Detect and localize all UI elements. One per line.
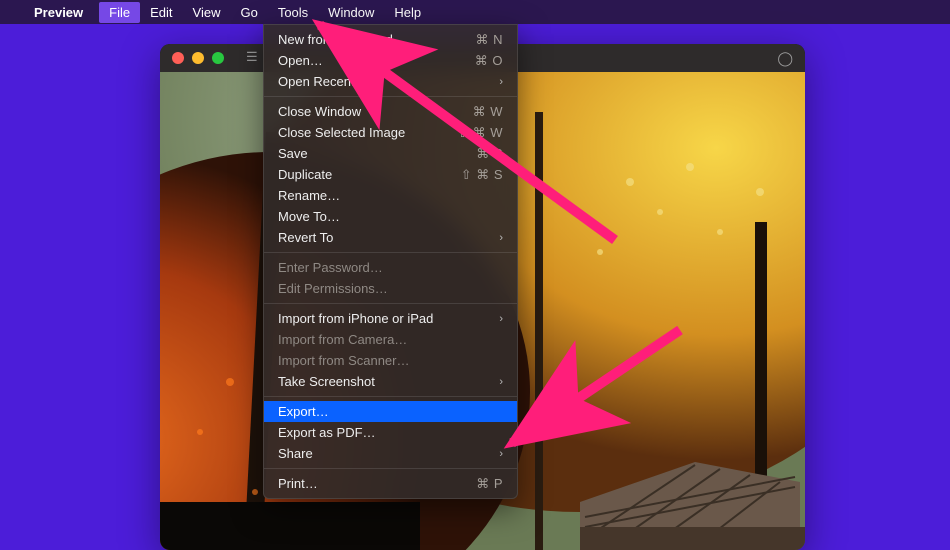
chevron-right-icon: › [499, 232, 503, 244]
menu-item-close-window[interactable]: Close Window ⌘ W [264, 101, 517, 122]
menu-item-duplicate[interactable]: Duplicate ⇧ ⌘ S [264, 164, 517, 185]
file-menu-dropdown: New from Clipboard ⌘ N Open… ⌘ O Open Recent… [263, 24, 518, 499]
search-icon[interactable]: ◯ [777, 50, 793, 66]
menu-item-shortcut: ⌘ N [476, 32, 504, 48]
menu-item-label: Enter Password… [278, 260, 383, 275]
chevron-right-icon: › [499, 448, 503, 460]
menu-item-print[interactable]: Print… ⌘ P [264, 473, 517, 494]
menu-item-import-from-iphone-or-ipad[interactable]: Import from iPhone or iPad › [264, 308, 517, 329]
menu-item-label: Export… [278, 404, 329, 419]
chevron-right-icon: › [499, 76, 503, 88]
menu-item-label: Rename… [278, 188, 340, 203]
menubar-item-window[interactable]: Window [318, 2, 384, 23]
menu-item-shortcut: ⌘ S [476, 146, 503, 162]
menu-item-export-as-pdf[interactable]: Export as PDF… [264, 422, 517, 443]
menu-item-import-from-scanner: Import from Scanner… [264, 350, 517, 371]
app-name[interactable]: Preview [34, 5, 83, 20]
menu-item-label: Import from iPhone or iPad [278, 311, 433, 326]
menu-item-label: Duplicate [278, 167, 332, 182]
menu-item-shortcut: ⌘ O [475, 53, 503, 69]
menu-item-label: Close Selected Image [278, 125, 405, 140]
menu-separator [264, 96, 517, 97]
menu-item-label: New from Clipboard [278, 32, 393, 47]
sidebar-icon[interactable]: ☰ [246, 49, 258, 68]
menu-item-export[interactable]: Export… [264, 401, 517, 422]
menubar-item-help[interactable]: Help [384, 2, 431, 23]
menu-item-shortcut: ⌘ P [476, 476, 503, 492]
menu-item-label: Import from Camera… [278, 332, 407, 347]
menu-item-shortcut: ⇧ ⌘ W [457, 125, 503, 141]
chevron-right-icon: › [499, 313, 503, 325]
menubar-item-tools[interactable]: Tools [268, 2, 318, 23]
menu-separator [264, 396, 517, 397]
maximize-button[interactable] [212, 52, 224, 64]
menu-item-label: Export as PDF… [278, 425, 376, 440]
close-button[interactable] [172, 52, 184, 64]
menubar-item-go[interactable]: Go [230, 2, 267, 23]
menu-item-rename[interactable]: Rename… [264, 185, 517, 206]
menu-item-label: Open Recent [278, 74, 355, 89]
menu-item-new-from-clipboard[interactable]: New from Clipboard ⌘ N [264, 29, 517, 50]
menu-separator [264, 303, 517, 304]
menu-item-label: Import from Scanner… [278, 353, 410, 368]
menu-item-shortcut: ⇧ ⌘ S [461, 167, 503, 183]
menubar-item-view[interactable]: View [183, 2, 231, 23]
menu-item-import-from-camera: Import from Camera… [264, 329, 517, 350]
menubar-item-file[interactable]: File [99, 2, 140, 23]
menu-item-save[interactable]: Save ⌘ S [264, 143, 517, 164]
system-menubar: Preview File Edit View Go Tools Window H… [0, 0, 950, 24]
menu-item-label: Close Window [278, 104, 361, 119]
minimize-button[interactable] [192, 52, 204, 64]
menu-item-label: Revert To [278, 230, 333, 245]
menu-item-label: Open… [278, 53, 323, 68]
traffic-lights [172, 52, 224, 64]
menu-item-revert-to[interactable]: Revert To › [264, 227, 517, 248]
menu-item-take-screenshot[interactable]: Take Screenshot › [264, 371, 517, 392]
menu-item-open-recent[interactable]: Open Recent › [264, 71, 517, 92]
menu-item-label: Share [278, 446, 313, 461]
menu-item-label: Edit Permissions… [278, 281, 388, 296]
menu-item-share[interactable]: Share › [264, 443, 517, 464]
menu-separator [264, 468, 517, 469]
menu-item-shortcut: ⌘ W [473, 104, 503, 120]
menu-item-move-to[interactable]: Move To… [264, 206, 517, 227]
menu-item-label: Save [278, 146, 308, 161]
menubar-item-edit[interactable]: Edit [140, 2, 182, 23]
menu-item-enter-password: Enter Password… [264, 257, 517, 278]
menu-item-label: Print… [278, 476, 318, 491]
menu-separator [264, 252, 517, 253]
menu-item-edit-permissions: Edit Permissions… [264, 278, 517, 299]
menu-item-open[interactable]: Open… ⌘ O [264, 50, 517, 71]
menu-item-label: Move To… [278, 209, 340, 224]
menu-item-label: Take Screenshot [278, 374, 375, 389]
menu-item-close-selected-image[interactable]: Close Selected Image ⇧ ⌘ W [264, 122, 517, 143]
chevron-right-icon: › [499, 376, 503, 388]
